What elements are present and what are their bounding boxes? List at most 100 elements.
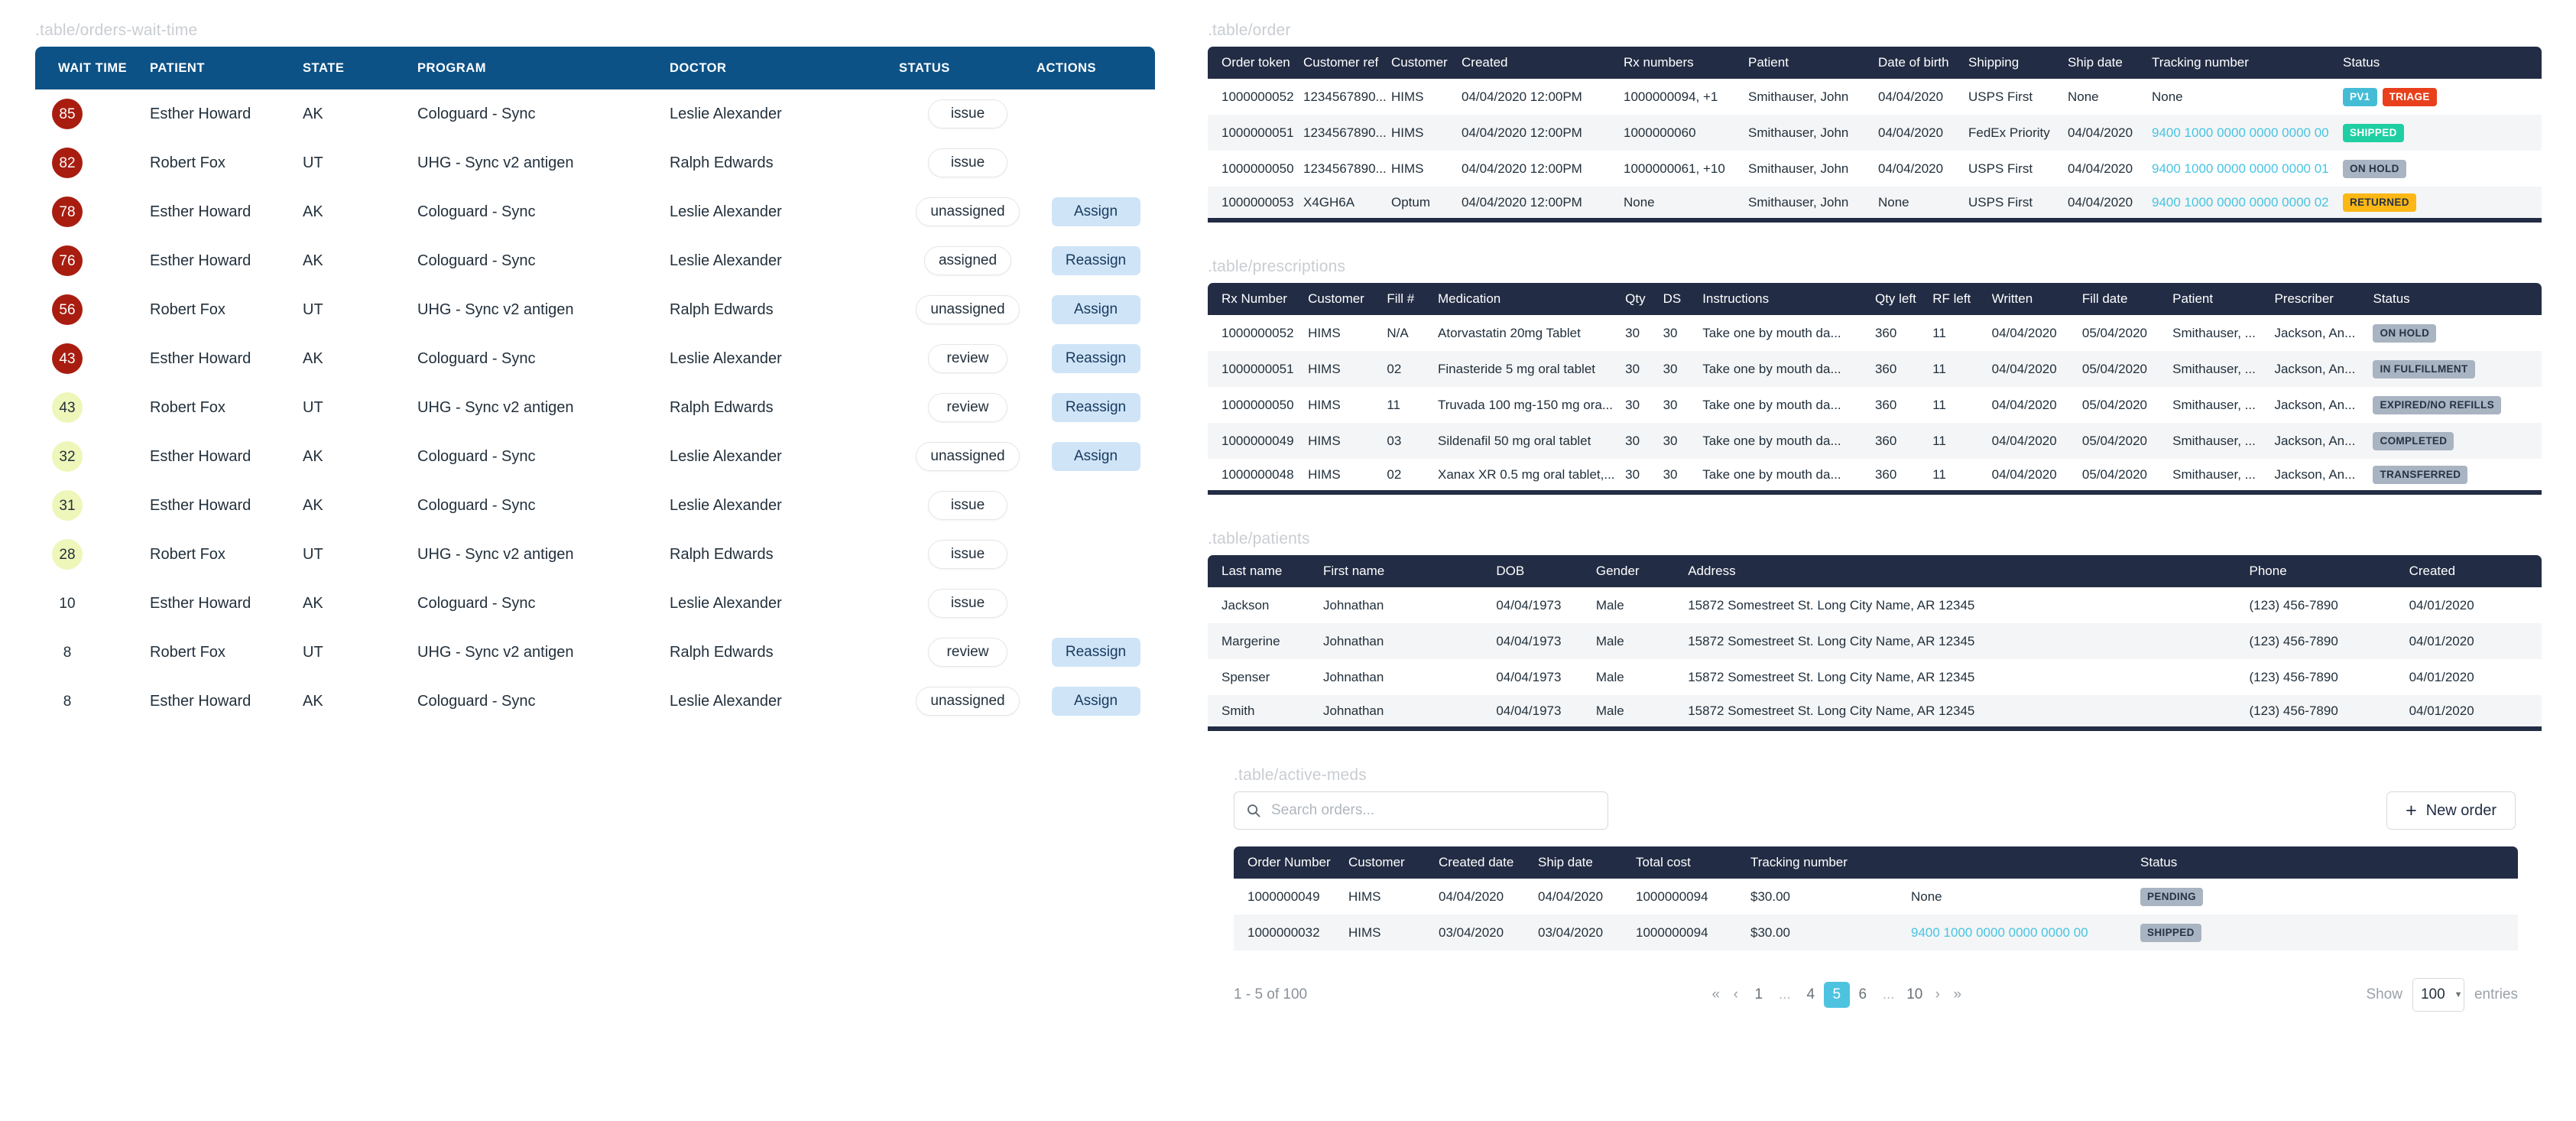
col-customer[interactable]: Customer	[1348, 846, 1439, 879]
col-fill[interactable]: Fill #	[1387, 283, 1439, 315]
reassign-button[interactable]: Reassign	[1051, 638, 1140, 667]
wait-time-badge: 32	[52, 441, 83, 472]
col-prescriber[interactable]: Prescriber	[2274, 283, 2373, 315]
status-pill: unassigned	[916, 442, 1020, 471]
col-tracking-number[interactable]: Tracking number	[2152, 47, 2343, 79]
col-order-token[interactable]: Order token	[1208, 47, 1303, 79]
cell-dob: None	[1878, 187, 1968, 223]
col-dob[interactable]: DOB	[1496, 555, 1596, 587]
col-ds[interactable]: DS	[1663, 283, 1703, 315]
tracking-link[interactable]: 9400 1000 0000 0000 0000 00	[2152, 125, 2329, 140]
entries-label: entries	[2474, 986, 2518, 1002]
col-rf-left[interactable]: RF left	[1932, 283, 1992, 315]
cell-state: AK	[303, 447, 323, 465]
cell-filldate: 05/04/2020	[2081, 397, 2147, 412]
col-qty-left[interactable]: Qty left	[1874, 283, 1933, 315]
status-pill: issue	[928, 589, 1007, 618]
tracking-link[interactable]: 9400 1000 0000 0000 0000 01	[2152, 161, 2329, 176]
cell-phone: (123) 456-7890	[2249, 597, 2338, 612]
assign-button[interactable]: Assign	[1051, 295, 1140, 324]
pagination-page-4[interactable]: 4	[1798, 982, 1824, 1008]
cell-qty: 30	[1625, 423, 1663, 459]
col-fill-date[interactable]: Fill date	[2081, 283, 2173, 315]
page-size-select[interactable]: 100 ▼	[2412, 978, 2464, 1012]
col-qty[interactable]: Qty	[1625, 283, 1663, 315]
col-medication[interactable]: Medication	[1438, 283, 1626, 315]
cell-status: review	[899, 628, 1037, 677]
reassign-button[interactable]: Reassign	[1051, 246, 1140, 275]
pagination-next-button[interactable]: ›	[1928, 982, 1948, 1008]
cell-customer: HIMS	[1308, 459, 1387, 495]
col-last-name[interactable]: Last name	[1208, 555, 1323, 587]
pagination-page-6[interactable]: 6	[1850, 982, 1876, 1008]
col-doctor[interactable]: DOCTOR	[670, 47, 899, 89]
col-ship-date[interactable]: Ship date	[1538, 846, 1636, 879]
cell-ship: 04/04/2020	[1538, 889, 1604, 904]
cell-actions: Assign	[1037, 285, 1155, 334]
orders-wait-time-panel: .table/orders-wait-time WAIT TIME PATIEN…	[35, 21, 1166, 726]
col-tracking-number[interactable]: Tracking number	[1750, 846, 2141, 879]
col-instructions[interactable]: Instructions	[1702, 283, 1875, 315]
pagination-first-button[interactable]: «	[1706, 982, 1726, 1008]
wait-time-badge: 10	[59, 595, 76, 612]
new-order-button[interactable]: + New order	[2386, 791, 2516, 830]
col-state[interactable]: STATE	[303, 47, 417, 89]
reassign-button[interactable]: Reassign	[1051, 393, 1140, 422]
col-status[interactable]: STATUS	[899, 47, 1037, 89]
col-first-name[interactable]: First name	[1322, 555, 1497, 587]
patients-table: Last name First name DOB Gender Address Phone…	[1208, 555, 2542, 731]
col-status[interactable]: Status	[2343, 47, 2542, 79]
col-customer[interactable]: Customer	[1391, 47, 1462, 79]
pagination-last-button[interactable]: »	[1948, 982, 1968, 1008]
status-badge: RETURNED	[2343, 193, 2416, 212]
cell-doctor: Leslie Alexander	[670, 203, 782, 220]
col-ship-date[interactable]: Ship date	[2068, 47, 2152, 79]
col-order-number[interactable]: Order Number	[1234, 846, 1348, 879]
col-created[interactable]: Created	[1462, 47, 1624, 79]
col-phone[interactable]: Phone	[2249, 555, 2409, 587]
cell-gender: Male	[1595, 669, 1624, 684]
col-total-cost[interactable]: Total cost	[1636, 846, 1750, 879]
col-rx-number[interactable]: Rx Number	[1208, 283, 1309, 315]
cell-first: Johnathan	[1322, 623, 1497, 659]
pagination-page-1[interactable]: 1	[1746, 982, 1772, 1008]
search-input[interactable]	[1234, 791, 1608, 830]
col-shipping[interactable]: Shipping	[1968, 47, 2068, 79]
col-date-of-birth[interactable]: Date of birth	[1878, 47, 1968, 79]
assign-button[interactable]: Assign	[1051, 197, 1140, 226]
cell-patient: Esther Howard	[150, 496, 251, 514]
col-written[interactable]: Written	[1991, 283, 2082, 315]
col-patient[interactable]: PATIENT	[150, 47, 303, 89]
assign-button[interactable]: Assign	[1051, 687, 1140, 716]
cell-patient: Smithauser, John	[1748, 161, 1849, 176]
col-customer-ref[interactable]: Customer ref	[1303, 47, 1391, 79]
cell-status: EXPIRED/NO REFILLS	[2373, 387, 2542, 423]
pagination-page-10[interactable]: 10	[1902, 982, 1928, 1008]
cell-status: unassigned	[899, 285, 1037, 334]
col-status[interactable]: Status	[2140, 846, 2519, 879]
col-program[interactable]: PROGRAM	[417, 47, 670, 89]
pagination-page-5[interactable]: 5	[1823, 982, 1850, 1008]
tracking-link[interactable]: 9400 1000 0000 0000 0000 02	[2152, 195, 2329, 210]
pagination-prev-button[interactable]: ‹	[1726, 982, 1746, 1008]
assign-button[interactable]: Assign	[1051, 442, 1140, 471]
col-created[interactable]: Created	[2409, 555, 2542, 587]
cell-status: SHIPPED	[2140, 915, 2519, 950]
col-customer[interactable]: Customer	[1308, 283, 1387, 315]
table-row: 8 Esther Howard AK Cologuard - Sync Leslie A…	[35, 677, 1155, 726]
col-actions[interactable]: ACTIONS	[1037, 47, 1155, 89]
cell-program: UHG - Sync v2 antigen	[417, 545, 574, 563]
col-created-date[interactable]: Created date	[1439, 846, 1538, 879]
col-address[interactable]: Address	[1688, 555, 2250, 587]
col-rx-numbers[interactable]: Rx numbers	[1624, 47, 1748, 79]
col-patient[interactable]: Patient	[2172, 283, 2275, 315]
col-patient[interactable]: Patient	[1748, 47, 1878, 79]
cell-wait-time: 78	[35, 187, 150, 236]
tracking-link[interactable]: 9400 1000 0000 0000 0000 00	[1911, 925, 2088, 940]
col-wait-time[interactable]: WAIT TIME	[35, 47, 150, 89]
cell-ship: 03/04/2020	[1538, 915, 1636, 950]
col-gender[interactable]: Gender	[1595, 555, 1689, 587]
reassign-button[interactable]: Reassign	[1051, 344, 1140, 373]
col-status[interactable]: Status	[2373, 283, 2542, 315]
cell-phone: (123) 456-7890	[2249, 695, 2409, 731]
